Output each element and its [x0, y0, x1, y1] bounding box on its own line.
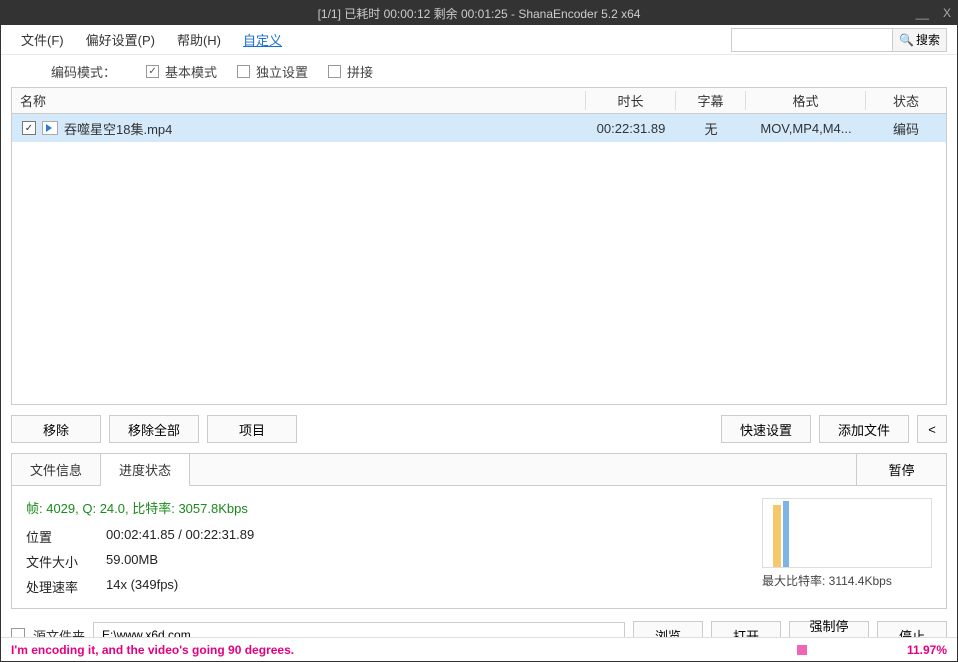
minimize-icon[interactable]: __ — [916, 6, 929, 20]
file-name: 吞噬星空18集.mp4 — [64, 119, 172, 138]
menu-preferences[interactable]: 偏好设置(P) — [76, 26, 165, 53]
size-value: 59.00MB — [106, 552, 752, 571]
status-message: I'm encoding it, and the video's going 9… — [11, 643, 294, 657]
search-input[interactable] — [732, 29, 892, 51]
menu-custom[interactable]: 自定义 — [233, 26, 292, 53]
mode-basic[interactable]: ✓基本模式 — [146, 62, 217, 81]
add-file-button[interactable]: 添加文件 — [819, 415, 909, 443]
pause-button[interactable]: 暂停 — [856, 454, 946, 485]
file-duration: 00:22:31.89 — [586, 121, 676, 136]
tab-file-info[interactable]: 文件信息 — [12, 454, 101, 485]
col-name[interactable]: 名称 — [12, 91, 586, 110]
file-status: 编码 — [866, 119, 946, 138]
col-format[interactable]: 格式 — [746, 91, 866, 110]
speed-value: 14x (349fps) — [106, 577, 752, 596]
search-icon: 🔍 — [899, 33, 914, 47]
mode-bar: 编码模式： ✓基本模式 独立设置 拼接 — [1, 55, 957, 87]
table-row[interactable]: ✓ 吞噬星空18集.mp4 00:22:31.89 无 MOV,MP4,M4..… — [12, 114, 946, 142]
progress-percent: 11.97% — [907, 643, 947, 657]
speed-label: 处理速率 — [26, 577, 106, 596]
col-status[interactable]: 状态 — [866, 91, 946, 110]
mode-label: 编码模式： — [51, 62, 116, 81]
status-bar: I'm encoding it, and the video's going 9… — [1, 637, 957, 661]
menu-help[interactable]: 帮助(H) — [167, 26, 231, 53]
progress-indicator — [797, 645, 807, 655]
pos-value: 00:02:41.85 / 00:22:31.89 — [106, 527, 752, 546]
file-subtitle: 无 — [676, 119, 746, 138]
search-button[interactable]: 🔍搜索 — [892, 29, 946, 51]
row-checkbox[interactable]: ✓ — [22, 121, 36, 135]
remove-all-button[interactable]: 移除全部 — [109, 415, 199, 443]
pos-label: 位置 — [26, 527, 106, 546]
col-duration[interactable]: 时长 — [586, 91, 676, 110]
mode-independent[interactable]: 独立设置 — [237, 62, 308, 81]
menubar: 文件(F) 偏好设置(P) 帮助(H) 自定义 🔍搜索 — [1, 25, 957, 55]
quick-settings-button[interactable]: 快速设置 — [721, 415, 811, 443]
collapse-button[interactable]: < — [917, 415, 947, 443]
table-header: 名称 时长 字幕 格式 状态 — [12, 88, 946, 114]
window-title: [1/1] 已耗时 00:00:12 剩余 00:01:25 - ShanaEn… — [318, 5, 641, 22]
video-file-icon — [42, 121, 58, 135]
info-tabs: 文件信息 进度状态 暂停 — [12, 454, 946, 486]
mode-concat[interactable]: 拼接 — [328, 62, 373, 81]
file-format: MOV,MP4,M4... — [746, 121, 866, 136]
remove-button[interactable]: 移除 — [11, 415, 101, 443]
search-box: 🔍搜索 — [731, 28, 947, 52]
col-subtitle[interactable]: 字幕 — [676, 91, 746, 110]
file-table: 名称 时长 字幕 格式 状态 ✓ 吞噬星空18集.mp4 00:22:31.89… — [11, 87, 947, 405]
size-label: 文件大小 — [26, 552, 106, 571]
action-bar: 移除 移除全部 项目 快速设置 添加文件 < — [11, 415, 947, 443]
info-section: 文件信息 进度状态 暂停 帧: 4029, Q: 24.0, 比特率: 3057… — [11, 453, 947, 609]
encode-stats: 帧: 4029, Q: 24.0, 比特率: 3057.8Kbps — [26, 498, 752, 517]
menu-file[interactable]: 文件(F) — [11, 26, 74, 53]
titlebar: [1/1] 已耗时 00:00:12 剩余 00:01:25 - ShanaEn… — [1, 1, 957, 25]
max-bitrate: 最大比特率: 3114.4Kbps — [762, 572, 932, 589]
close-icon[interactable]: X — [943, 6, 951, 20]
tab-progress[interactable]: 进度状态 — [101, 454, 190, 486]
project-button[interactable]: 项目 — [207, 415, 297, 443]
bitrate-graph — [762, 498, 932, 568]
